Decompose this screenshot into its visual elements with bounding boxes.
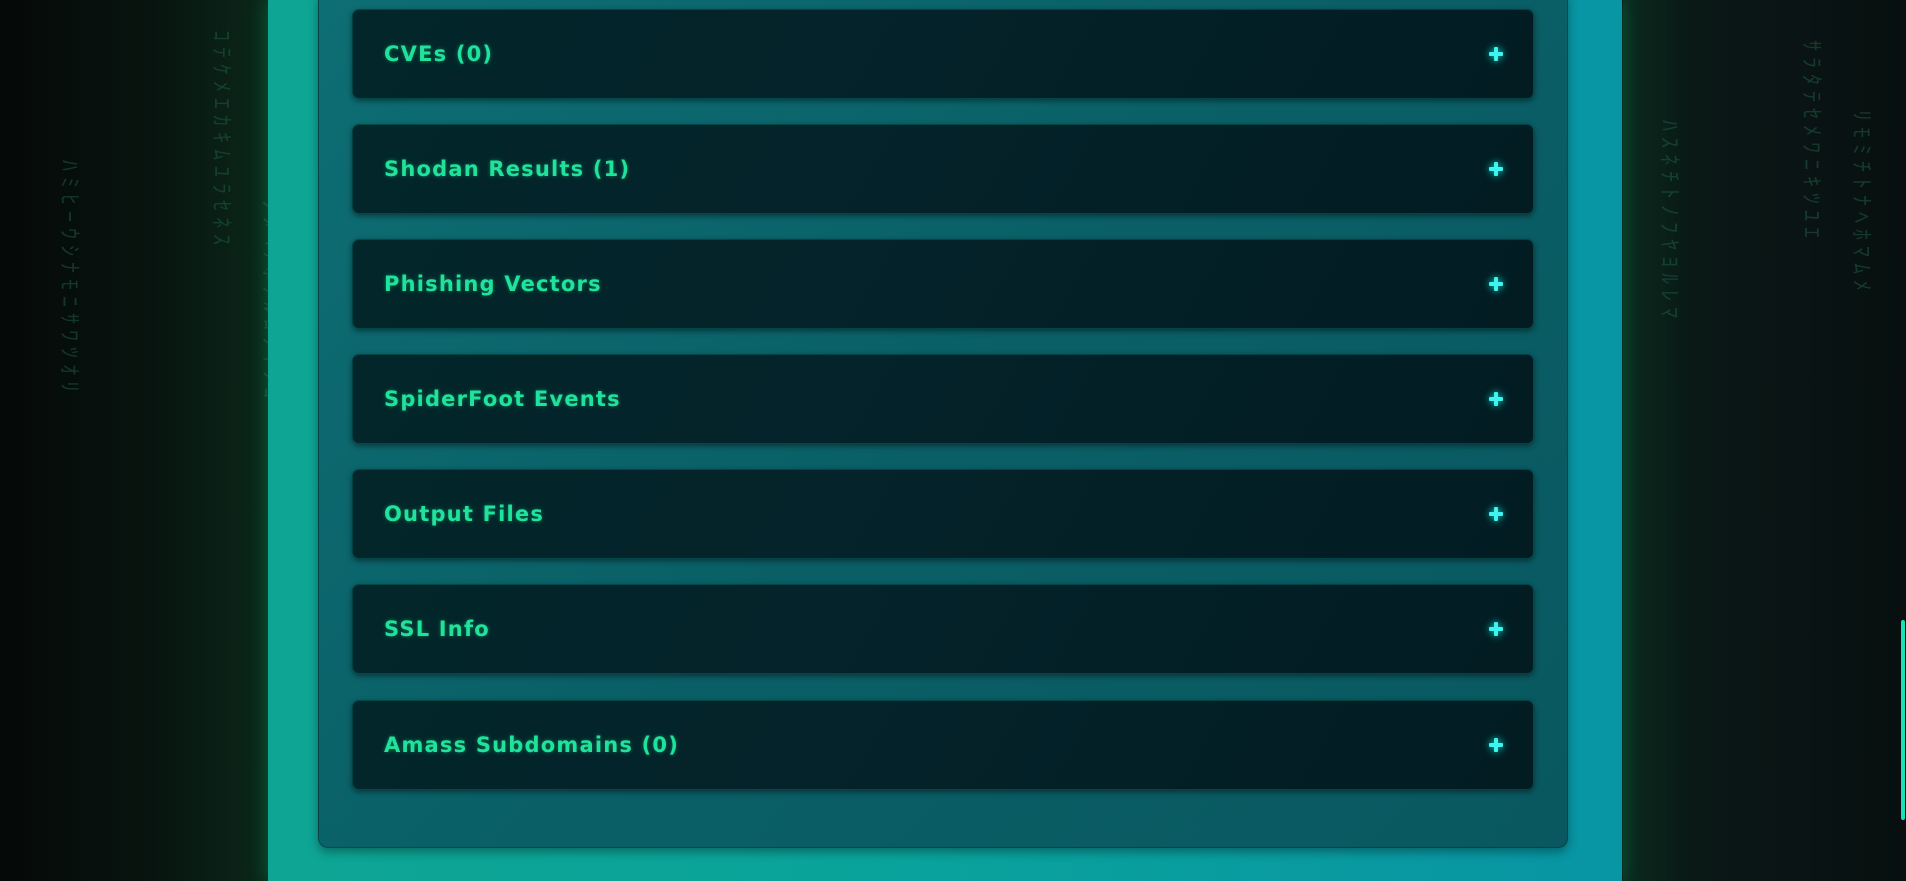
plus-icon[interactable]: [1489, 162, 1503, 176]
matrix-rain-glyphs: ﾘﾓﾐﾁﾄﾅﾍﾎﾏﾑﾒ: [1848, 110, 1873, 298]
section-spiderfoot-events[interactable]: SpiderFoot Events: [352, 354, 1534, 444]
section-title-amass-subdomains: Amass Subdomains (0): [384, 733, 680, 757]
section-shodan-results[interactable]: Shodan Results (1): [352, 124, 1534, 214]
section-phishing-vectors[interactable]: Phishing Vectors: [352, 239, 1534, 329]
section-title-output-files: Output Files: [384, 502, 545, 526]
plus-icon[interactable]: [1489, 622, 1503, 636]
plus-icon[interactable]: [1489, 392, 1503, 406]
plus-icon[interactable]: [1489, 507, 1503, 521]
section-cves[interactable]: CVEs (0): [352, 9, 1534, 99]
matrix-rain-glyphs: ｺﾃｹﾒｴｶｷﾑﾕﾗｾﾈｽ: [208, 30, 233, 252]
matrix-rain-glyphs: ﾊｽﾈﾁﾄﾉﾌﾔﾖﾙﾚﾏ: [1656, 120, 1681, 325]
section-ssl-info[interactable]: SSL Info: [352, 584, 1534, 674]
results-panel: CVEs (0) Shodan Results (1) Phishing Vec…: [318, 0, 1568, 848]
section-output-files[interactable]: Output Files: [352, 469, 1534, 559]
plus-icon[interactable]: [1489, 47, 1503, 61]
section-title-spiderfoot-events: SpiderFoot Events: [384, 387, 621, 411]
section-title-phishing-vectors: Phishing Vectors: [384, 272, 602, 296]
section-title-ssl-info: SSL Info: [384, 617, 490, 641]
content-frame: CVEs (0) Shodan Results (1) Phishing Vec…: [268, 0, 1622, 881]
section-title-shodan-results: Shodan Results (1): [384, 157, 631, 181]
scrollbar-thumb[interactable]: [1901, 620, 1905, 820]
matrix-rain-glyphs: ｻﾗﾀﾃｾﾒﾜﾆｷﾂﾕｴ: [1798, 40, 1823, 245]
plus-icon[interactable]: [1489, 277, 1503, 291]
section-amass-subdomains[interactable]: Amass Subdomains (0): [352, 700, 1534, 790]
matrix-rain-glyphs: ﾊﾐﾋｰｳｼﾅﾓﾆｻﾜﾂｵﾘ: [56, 160, 81, 399]
plus-icon[interactable]: [1489, 738, 1503, 752]
section-title-cves: CVEs (0): [384, 42, 494, 66]
page-scrollbar[interactable]: [1900, 0, 1906, 881]
